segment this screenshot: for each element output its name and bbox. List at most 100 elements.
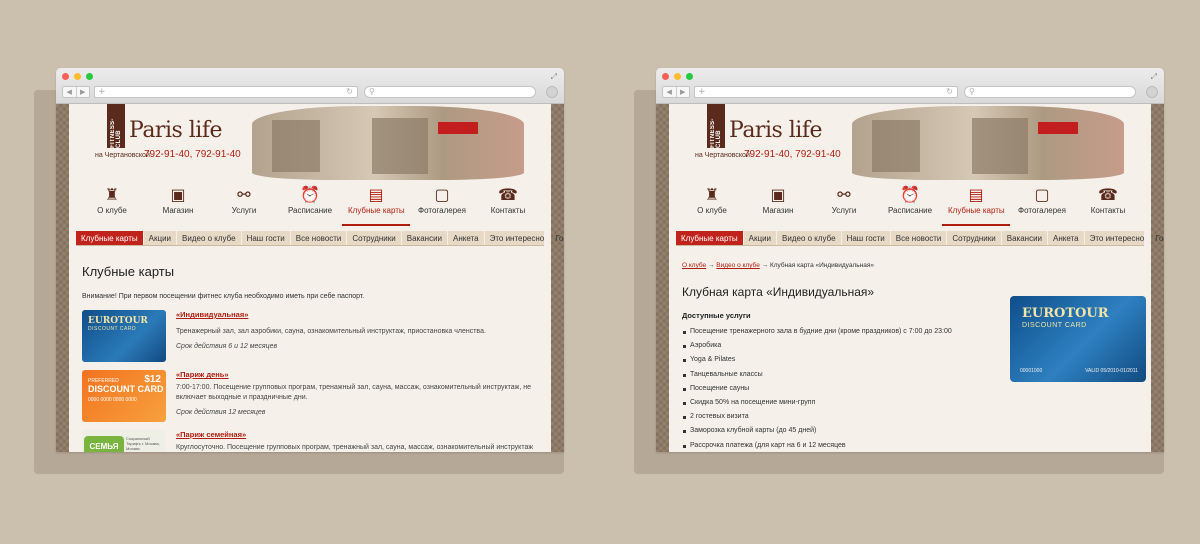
subnav-interesting[interactable]: Это интересно (485, 231, 551, 245)
menu-item-schedule[interactable]: ⏰ Расписание (882, 184, 938, 224)
banner-building (272, 120, 320, 172)
menu-item-contacts[interactable]: ☎ Контакты (480, 184, 536, 224)
menu-item-contacts[interactable]: ☎ Контакты (1080, 184, 1136, 224)
card-number: 0000 0000 0000 0000 (88, 397, 137, 403)
banner-sign (438, 122, 478, 134)
history-buttons: ◀ ▶ (662, 86, 690, 98)
subnav-vacancies[interactable]: Вакансии (402, 231, 449, 245)
menu-item-shop[interactable]: ▣ Магазин (750, 184, 806, 224)
logo-phone: 792-91-40, 792-91-40 (144, 149, 241, 160)
subnav-guests[interactable]: Наш гости (242, 231, 291, 245)
menu-label: О клубе (697, 206, 727, 215)
subnav-guestbook[interactable]: Гостевая книга (550, 231, 564, 245)
subnav-promotions[interactable]: Акции (744, 231, 778, 245)
discount-card-image[interactable]: PREFERRED DISCOUNT CARD 0000 0000 0000 0… (82, 370, 166, 422)
subnav-interesting[interactable]: Это интересно (1085, 231, 1151, 245)
menu-label: Фотогалерея (418, 206, 466, 215)
fullscreen-icon[interactable]: ⤢ (1151, 72, 1157, 82)
card-title-link[interactable]: «Париж семейная» (176, 430, 538, 439)
minimize-button[interactable] (74, 73, 81, 80)
card-subtitle: DISCOUNT CARD (88, 326, 137, 332)
menu-item-shop[interactable]: ▣ Магазин (150, 184, 206, 224)
photo-frame-icon: ▢ (434, 185, 450, 204)
menu-label: Контакты (1090, 206, 1126, 215)
card-brand: EUROTOUR (1022, 306, 1109, 321)
card-title-link[interactable]: «Индивидуальная» (176, 310, 538, 319)
alarm-clock-icon: ⏰ (900, 185, 920, 204)
search-input[interactable]: ⚲ (364, 86, 536, 98)
subnav-survey[interactable]: Анкета (448, 231, 485, 245)
card-validity: VALID 05/2010-01/2011 (1085, 368, 1138, 374)
photo-frame-icon: ▢ (1034, 185, 1050, 204)
menu-item-services[interactable]: ⚯ Услуги (816, 184, 872, 224)
main-menu: ♜ О клубе ▣ Магазин ⚯ Услуги ⏰ Расписание ▤ К… (669, 184, 1151, 226)
menu-item-gallery[interactable]: ▢ Фотогалерея (1014, 184, 1070, 224)
menu-label: Клубные карты (348, 206, 405, 215)
reload-icon[interactable]: ↻ (946, 87, 953, 97)
dumbbell-icon: ⚯ (837, 185, 851, 204)
address-bar[interactable]: + ↻ (694, 86, 958, 98)
card-description: Тренажерный зал, зал аэробики, сауна, оз… (176, 328, 486, 335)
subnav-staff[interactable]: Сотрудники (947, 231, 1002, 245)
breadcrumb-link[interactable]: Видео о клубе (716, 262, 760, 269)
breadcrumb-link[interactable]: О клубе (682, 262, 706, 269)
subnav-club-cards[interactable]: Клубные карты (676, 231, 744, 245)
close-button[interactable] (662, 73, 669, 80)
back-icon[interactable]: ◀ (663, 87, 677, 97)
subnav-guestbook[interactable]: Гостевая книга (1150, 231, 1164, 245)
menu-item-gallery[interactable]: ▢ Фотогалерея (414, 184, 470, 224)
menu-item-about[interactable]: ♜ О клубе (684, 184, 740, 224)
subnav-guests[interactable]: Наш гости (842, 231, 891, 245)
card-title-link[interactable]: «Париж день» (176, 370, 538, 379)
subnav-news[interactable]: Все новости (291, 231, 348, 245)
logo-subtitle: на Чертановской (695, 152, 750, 159)
menu-label: Контакты (490, 206, 526, 215)
reload-icon[interactable]: ↻ (346, 87, 353, 97)
eiffel-tower-icon: ♜ (704, 185, 720, 204)
card-info: «Париж семейная» Круглосуточно. Посещени… (176, 430, 538, 452)
subnav-club-cards[interactable]: Клубные карты (76, 231, 144, 245)
site-logo[interactable]: FITNESS-CLUB Paris life на Чертановской … (95, 104, 247, 164)
logo-subtitle: на Чертановской (95, 152, 150, 159)
menu-label: Расписание (287, 206, 333, 215)
subnav-survey[interactable]: Анкета (1048, 231, 1085, 245)
shopping-bag-icon: ▣ (770, 185, 786, 204)
subnav-staff[interactable]: Сотрудники (347, 231, 402, 245)
subnav-video[interactable]: Видео о клубе (177, 231, 242, 245)
forward-icon[interactable]: ▶ (77, 87, 90, 97)
subnav-promotions[interactable]: Акции (144, 231, 178, 245)
close-button[interactable] (62, 73, 69, 80)
address-bar[interactable]: + ↻ (94, 86, 358, 98)
subnav-vacancies[interactable]: Вакансии (1002, 231, 1049, 245)
site-logo[interactable]: FITNESS-CLUB Paris life на Чертановской … (695, 104, 847, 164)
site-page: FITNESS-CLUB Paris life на Чертановской … (669, 104, 1164, 452)
logo-side-text: FITNESS-CLUB (110, 118, 122, 148)
eurotour-card-image[interactable]: EUROTOUR DISCOUNT CARD (82, 310, 166, 362)
extension-button[interactable] (1146, 86, 1158, 98)
menu-item-services[interactable]: ⚯ Услуги (216, 184, 272, 224)
cards-icon: ▤ (968, 185, 984, 204)
window-controls (662, 73, 693, 80)
breadcrumb-separator: → (707, 262, 715, 269)
card-subtitle: DISCOUNT CARD (1022, 322, 1087, 329)
extension-button[interactable] (546, 86, 558, 98)
forward-icon[interactable]: ▶ (677, 87, 690, 97)
logo-name: Paris life (129, 118, 223, 143)
menu-item-about[interactable]: ♜ О клубе (84, 184, 140, 224)
maximize-button[interactable] (686, 73, 693, 80)
back-icon[interactable]: ◀ (63, 87, 77, 97)
maximize-button[interactable] (86, 73, 93, 80)
subnav-news[interactable]: Все новости (891, 231, 948, 245)
menu-label: Магазин (162, 206, 194, 215)
family-card-image[interactable]: СЕМЬЯ Социальный Тарифъ г. Москва, Москв… (82, 430, 166, 452)
search-input[interactable]: ⚲ (964, 86, 1136, 98)
subnav-video[interactable]: Видео о клубе (777, 231, 842, 245)
minimize-button[interactable] (674, 73, 681, 80)
menu-label: Магазин (762, 206, 794, 215)
menu-item-club-cards[interactable]: ▤ Клубные карты (342, 184, 410, 226)
address-value: + (98, 87, 106, 97)
fullscreen-icon[interactable]: ⤢ (551, 72, 557, 82)
menu-item-schedule[interactable]: ⏰ Расписание (282, 184, 338, 224)
menu-item-club-cards[interactable]: ▤ Клубные карты (942, 184, 1010, 226)
site-frame: FITNESS-CLUB Paris life на Чертановской … (656, 104, 1164, 452)
